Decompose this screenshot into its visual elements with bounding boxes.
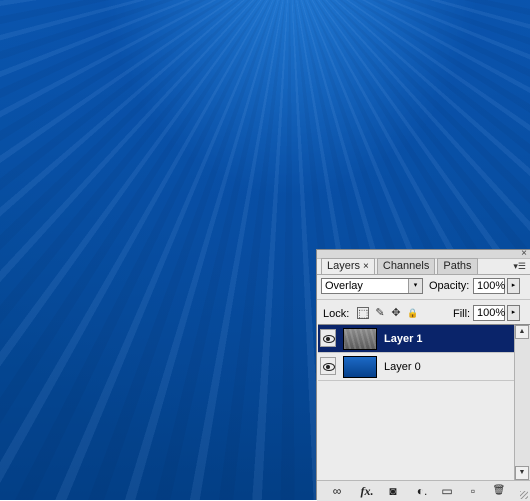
fill-field[interactable]: 100%: [473, 305, 505, 321]
layers-list: Layer 1 Layer 0: [318, 324, 514, 481]
fill-slider-arrow-icon[interactable]: ▸: [507, 305, 520, 321]
layer-style-fx-icon[interactable]: fx.: [357, 484, 377, 498]
layer-row-layer-0[interactable]: Layer 0: [318, 353, 514, 381]
layer-thumbnail: [343, 328, 377, 350]
lock-position-icon[interactable]: ✥: [390, 307, 402, 319]
scroll-down-icon[interactable]: ▼: [515, 466, 529, 480]
delete-layer-icon[interactable]: 🗑: [491, 484, 507, 498]
tab-channels[interactable]: Channels: [376, 258, 436, 274]
tab-layers[interactable]: Layers ×: [321, 258, 375, 275]
lock-image-icon[interactable]: ✎: [374, 307, 386, 319]
layer-row-layer-1[interactable]: Layer 1: [318, 325, 514, 353]
eye-icon[interactable]: [320, 357, 336, 375]
tab-close-icon[interactable]: ×: [363, 261, 369, 272]
tab-layers-label: Layers: [327, 260, 361, 272]
blend-mode-select[interactable]: Overlay ▾: [321, 278, 423, 294]
blend-mode-value: Overlay: [325, 280, 363, 292]
tab-paths[interactable]: Paths: [437, 258, 478, 274]
panel-menu-icon[interactable]: ▾☰: [513, 262, 526, 271]
lock-all-icon[interactable]: 🔒: [407, 307, 419, 319]
opacity-label: Opacity:: [429, 280, 470, 292]
resize-grip[interactable]: [520, 491, 528, 499]
chevron-down-icon[interactable]: ▾: [408, 279, 422, 293]
layer-name[interactable]: Layer 1: [384, 333, 423, 345]
adjustment-layer-icon[interactable]: ◐.: [412, 484, 432, 498]
fill-label: Fill:: [453, 308, 471, 320]
eye-icon[interactable]: [320, 329, 336, 347]
tab-divider: [317, 274, 530, 275]
scroll-up-icon[interactable]: ▲: [515, 325, 529, 339]
new-group-icon[interactable]: ▭: [439, 484, 455, 498]
link-layers-icon[interactable]: ∞: [329, 484, 345, 498]
new-layer-icon[interactable]: ▫: [465, 484, 481, 498]
close-panel-icon[interactable]: ×: [521, 249, 527, 259]
lock-transparent-icon[interactable]: ⬚: [357, 307, 369, 320]
opacity-field[interactable]: 100%: [473, 278, 505, 294]
layers-scrollbar[interactable]: ▲ ▼: [514, 324, 530, 480]
tab-paths-label: Paths: [443, 260, 472, 272]
add-mask-icon[interactable]: ◙: [385, 484, 401, 498]
layer-thumbnail: [343, 356, 377, 378]
layers-bottom-toolbar: ∞ fx. ◙ ◐. ▭ ▫ 🗑: [317, 480, 530, 501]
opacity-slider-arrow-icon[interactable]: ▸: [507, 278, 520, 294]
divider: [317, 299, 530, 300]
panel-tabs: Layers × Channels Paths: [321, 258, 480, 275]
layers-panel: × Layers × Channels Paths ▾☰ Overlay ▾ Op…: [316, 249, 530, 501]
lock-label: Lock:: [323, 308, 350, 320]
tab-channels-label: Channels: [382, 260, 430, 272]
layer-name[interactable]: Layer 0: [384, 361, 421, 373]
